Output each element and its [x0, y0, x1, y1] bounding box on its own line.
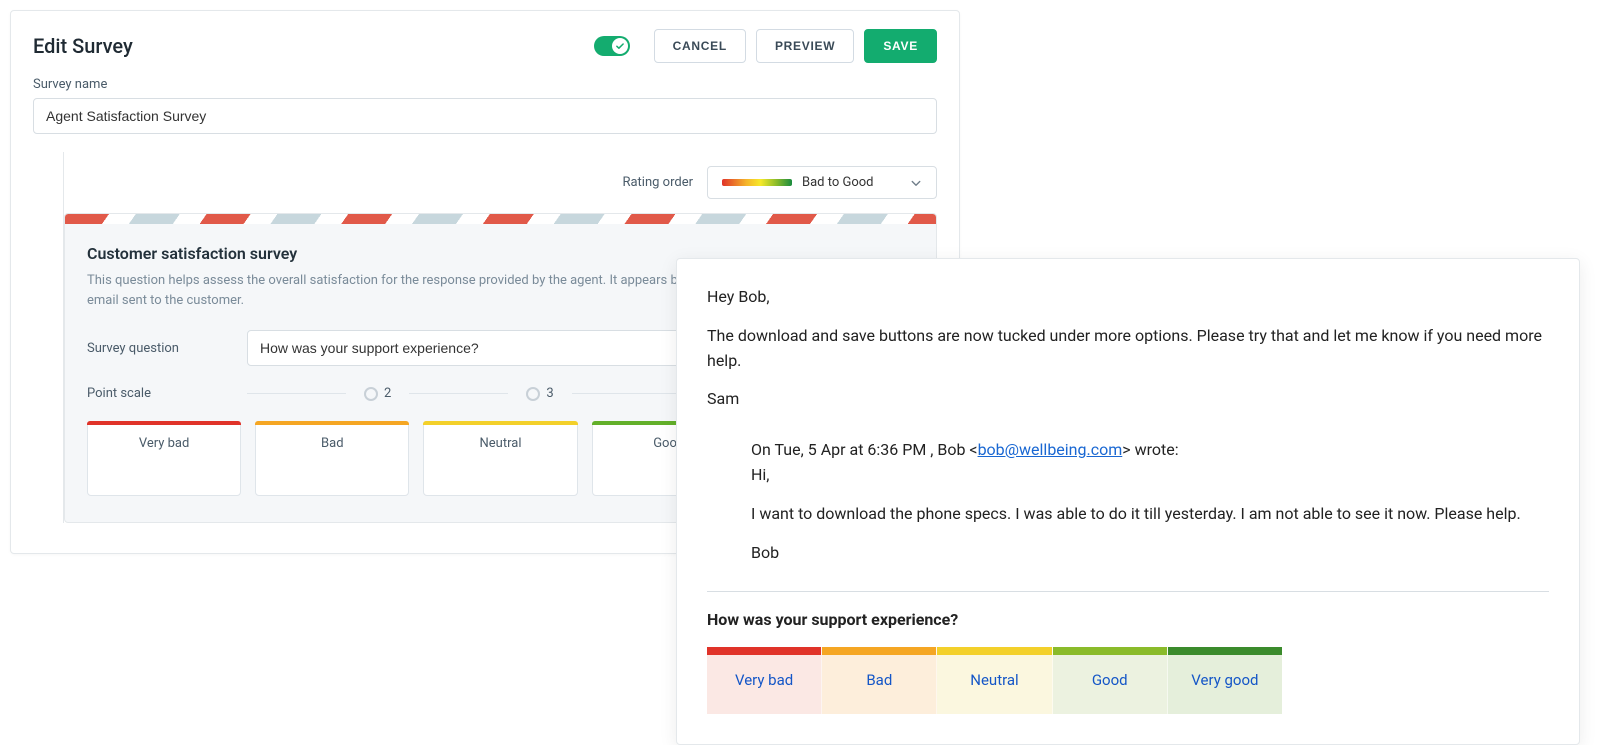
- email-rating-neutral[interactable]: Neutral: [937, 647, 1052, 714]
- email-signoff: Sam: [707, 387, 1549, 412]
- survey-name-input[interactable]: [33, 98, 937, 134]
- survey-question-label: Survey question: [87, 341, 217, 356]
- point-scale-label: Point scale: [87, 386, 217, 401]
- airmail-stripe: [65, 214, 936, 224]
- email-quote-signoff: Bob: [751, 541, 1549, 566]
- check-icon: [612, 38, 628, 54]
- email-quote-body: I want to download the phone specs. I wa…: [751, 502, 1549, 527]
- email-rating-very-bad[interactable]: Very bad: [707, 647, 822, 714]
- rating-order-row: Rating order Bad to Good: [64, 152, 937, 213]
- preview-button[interactable]: PREVIEW: [756, 29, 854, 63]
- rating-order-value: Bad to Good: [802, 175, 874, 190]
- edit-header: Edit Survey CANCEL PREVIEW SAVE: [33, 29, 937, 63]
- rating-card-2[interactable]: Bad: [255, 421, 409, 496]
- email-body: The download and save buttons are now tu…: [707, 324, 1549, 374]
- divider: [707, 591, 1549, 592]
- point-scale-option-3[interactable]: 3: [526, 386, 553, 401]
- email-rating-bad[interactable]: Bad: [822, 647, 937, 714]
- email-quoted-block: On Tue, 5 Apr at 6:36 PM , Bob <bob@well…: [751, 438, 1549, 565]
- rating-order-label: Rating order: [622, 175, 693, 190]
- save-button[interactable]: SAVE: [864, 29, 937, 63]
- quoted-email-link[interactable]: bob@wellbeing.com: [978, 440, 1123, 459]
- survey-prompt: How was your support experience?: [707, 608, 1549, 633]
- survey-enabled-toggle[interactable]: [594, 36, 630, 56]
- email-preview-panel: Hey Bob, The download and save buttons a…: [676, 258, 1580, 745]
- gradient-icon: [722, 179, 792, 186]
- point-scale-option-2[interactable]: 2: [364, 386, 391, 401]
- cancel-button[interactable]: CANCEL: [654, 29, 746, 63]
- email-quote-header: On Tue, 5 Apr at 6:36 PM , Bob <bob@well…: [751, 438, 1549, 488]
- chevron-down-icon: [910, 177, 922, 189]
- email-rating-buttons: Very bad Bad Neutral Good Very good: [707, 647, 1282, 714]
- rating-order-select[interactable]: Bad to Good: [707, 166, 937, 199]
- rating-card-1[interactable]: Very bad: [87, 421, 241, 496]
- rating-card-3[interactable]: Neutral: [423, 421, 577, 496]
- page-title: Edit Survey: [33, 34, 594, 58]
- email-greeting: Hey Bob,: [707, 285, 1549, 310]
- email-rating-very-good[interactable]: Very good: [1168, 647, 1282, 714]
- email-rating-good[interactable]: Good: [1053, 647, 1168, 714]
- survey-name-label: Survey name: [33, 77, 937, 92]
